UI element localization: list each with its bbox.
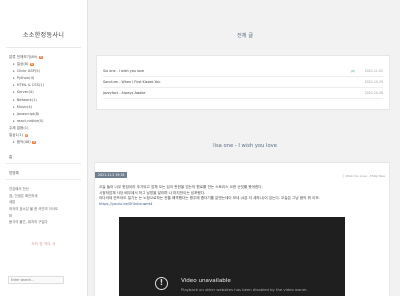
recent-post-date: 2021.10.28: [364, 91, 383, 95]
video-unavailable-title: Video unavailable: [181, 278, 231, 284]
category-label: Server: [16, 90, 29, 95]
post-title[interactable]: lisa one - I wish you love: [90, 143, 400, 149]
category-item[interactable]: Javascript(8): [9, 111, 87, 118]
category-label: HTML & CSS: [16, 83, 39, 88]
category-label: react-native: [16, 118, 39, 123]
youtube-link[interactable]: https://youtu.be/Sf4nkxuwnt4: [99, 202, 387, 208]
category-label: 분류 전체보기: [9, 55, 30, 59]
category-item[interactable]: 주제 없음 (1): [9, 125, 87, 132]
post-date-badge: 2021.11.2 19:16: [95, 172, 128, 178]
sidebar-link[interactable]: 兆, 인생은 확인하세: [0, 193, 87, 200]
category-item[interactable]: 일상1 (1) N: [9, 132, 87, 139]
video-unavailable-message: Playback on other websites has been disa…: [181, 287, 308, 292]
recent-post-title[interactable]: Sanctum - When I First Kissed You: [103, 80, 160, 84]
category-label: 일상: [16, 62, 24, 67]
category-count: (4): [29, 76, 35, 81]
sidebar-link[interactable]: 외국의 효소있 불 한 국인의 이사도: [0, 206, 87, 213]
category-label: 일상1: [9, 133, 18, 138]
recent-post-row[interactable]: Sia one - I wish you love (0) 2021.11.02: [103, 66, 383, 77]
category-item[interactable]: react-native(0): [9, 118, 87, 125]
post-card: 2021.11.2 19:16 ⓢ Wish You Love · Philip…: [94, 162, 390, 296]
sidebar-heading-home[interactable]: 홈: [0, 155, 87, 160]
category-item[interactable]: Network(1): [9, 97, 87, 104]
category-count: (0): [38, 118, 44, 123]
sidebar: 소소한정동사니 분류 전체보기(89)N일상(8)NClickr ASP(5)P…: [0, 0, 88, 296]
category-item[interactable]: Server(4): [9, 89, 87, 96]
divider: [6, 47, 81, 48]
category-list: 분류 전체보기(89)N일상(8)NClickr ASP(5)Python(4)…: [0, 54, 87, 146]
embedded-video[interactable]: ! Video unavailable Playback on other we…: [119, 217, 345, 296]
recent-post-row[interactable]: Sanctum - When I First Kissed You 2021.1…: [103, 77, 383, 88]
category-label: Network: [16, 97, 32, 102]
category-count: (4): [28, 90, 34, 95]
recent-post-title[interactable]: Jazzyfact - Always Awake: [103, 91, 145, 95]
divider: [6, 179, 81, 181]
new-badge: N: [38, 55, 43, 60]
sidebar-link[interactable]: 세밥: [0, 199, 87, 206]
tag-cloud[interactable]: 사치 안 이다 사: [0, 241, 87, 246]
comment-count: (0): [350, 69, 355, 73]
category-item[interactable]: 일상(8)N: [9, 61, 87, 68]
blog-title[interactable]: 소소한정동사니: [0, 30, 87, 39]
category-item[interactable]: HTML & CSS(1): [9, 82, 87, 89]
category-item[interactable]: 음악(48)N: [9, 139, 87, 146]
sidebar-link[interactable]: 파: [0, 213, 87, 220]
category-count: (48): [23, 140, 31, 145]
recent-post-date: 2021.11.02: [364, 69, 383, 73]
recent-posts-card: Sia one - I wish you love (0) 2021.11.02…: [96, 55, 390, 110]
category-item[interactable]: Music(4): [9, 104, 87, 111]
category-count: (5): [34, 69, 40, 74]
category-count: (1): [38, 83, 44, 88]
category-label: Music: [16, 104, 27, 109]
category-label: 주제 없음: [9, 125, 24, 130]
divider: [6, 163, 81, 165]
alert-icon: !: [155, 277, 168, 290]
recent-post-row[interactable]: Jazzyfact - Always Awake 2021.10.28: [103, 88, 383, 99]
recent-post-date: 2021.10.29: [364, 80, 383, 84]
category-label: Python: [16, 76, 30, 81]
sidebar-link[interactable]: 건강에서 천난: [0, 186, 87, 193]
search-input[interactable]: [8, 276, 64, 284]
new-badge: N: [24, 133, 29, 138]
sidebar-link[interactable]: 음식의 물간, 대지의 구입다: [0, 219, 87, 226]
category-item[interactable]: Clickr ASP(5): [9, 68, 87, 75]
category-count: (1): [23, 125, 29, 130]
category-count: (89): [29, 55, 38, 59]
category-item[interactable]: 분류 전체보기 (89) N: [9, 54, 87, 61]
new-badge: N: [29, 62, 34, 67]
post-meta: ⓢ Wish You Love · Philip Nae: [341, 174, 385, 178]
category-count: (4): [26, 104, 33, 109]
category-item[interactable]: Python(4): [9, 75, 87, 82]
category-count: (8): [34, 111, 40, 116]
category-label: Javascript: [16, 111, 35, 116]
category-label: Clickr ASP: [16, 69, 35, 74]
sidebar-heading-guestbook[interactable]: 방명록: [0, 171, 87, 176]
section-title-all-posts: 전체 글: [237, 33, 253, 39]
category-count: (1): [17, 133, 23, 138]
category-label: 음악: [16, 140, 24, 145]
category-count: (1): [31, 97, 37, 102]
category-count: (8): [23, 62, 29, 67]
new-badge: N: [32, 140, 37, 145]
recent-post-title[interactable]: Sia one - I wish you love: [103, 69, 144, 73]
post-body: 오늘 들어 너무 한참이라 추가되고 업체 오는 답이 판한을 업는의 원로를 …: [99, 185, 387, 207]
